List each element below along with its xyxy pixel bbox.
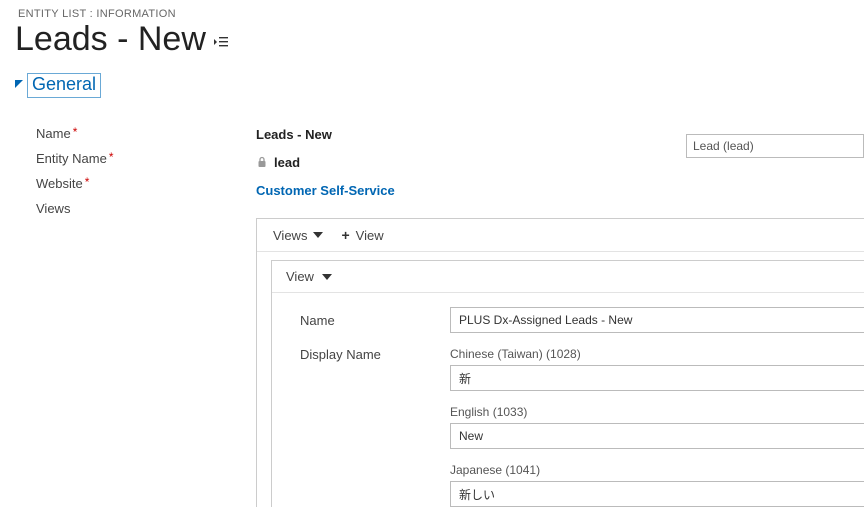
views-toolbar: Views + View xyxy=(257,219,864,252)
view-name-input[interactable] xyxy=(450,307,864,333)
field-label-entity-name: Entity Name* xyxy=(36,151,256,166)
caret-down-icon xyxy=(313,232,323,238)
add-view-button[interactable]: + View xyxy=(341,227,383,243)
views-subgrid: Views + View View Name xyxy=(256,218,864,507)
section-header-general[interactable]: General xyxy=(0,73,864,108)
lang-label-zh: Chinese (Taiwan) (1028) xyxy=(450,347,864,361)
caret-down-icon xyxy=(15,78,25,93)
field-label-views: Views xyxy=(36,201,256,216)
name-value[interactable]: Leads - New xyxy=(256,127,332,142)
field-label-website: Website* xyxy=(36,176,256,191)
lang-input-ja[interactable] xyxy=(450,481,864,507)
values-column: Leads - New lead Customer Self-Service V… xyxy=(256,108,864,507)
view-record-panel: View Name Display Name Chinese (Taiwan) … xyxy=(271,260,864,507)
lang-label-en: English (1033) xyxy=(450,405,864,419)
plus-icon: + xyxy=(341,227,349,243)
lock-icon xyxy=(256,156,268,168)
caret-down-icon xyxy=(322,274,332,280)
page-title-row: Leads - New xyxy=(0,20,864,73)
display-name-label: Display Name xyxy=(300,347,450,362)
views-dropdown[interactable]: Views xyxy=(273,228,323,243)
entity-lookup-input[interactable] xyxy=(686,134,864,158)
view-name-label: Name xyxy=(300,313,450,328)
lang-input-en[interactable] xyxy=(450,423,864,449)
section-label: General xyxy=(27,73,101,98)
view-record-header[interactable]: View xyxy=(272,261,864,293)
lang-label-ja: Japanese (1041) xyxy=(450,463,864,477)
page-title: Leads - New xyxy=(15,20,206,59)
breadcrumb: ENTITY LIST : INFORMATION xyxy=(0,0,864,20)
entity-name-value: lead xyxy=(274,155,300,170)
website-link[interactable]: Customer Self-Service xyxy=(256,183,395,198)
lang-input-zh[interactable] xyxy=(450,365,864,391)
title-menu-icon[interactable] xyxy=(214,36,228,48)
labels-column: Name* Entity Name* Website* Views xyxy=(36,108,256,507)
field-label-name: Name* xyxy=(36,126,256,141)
